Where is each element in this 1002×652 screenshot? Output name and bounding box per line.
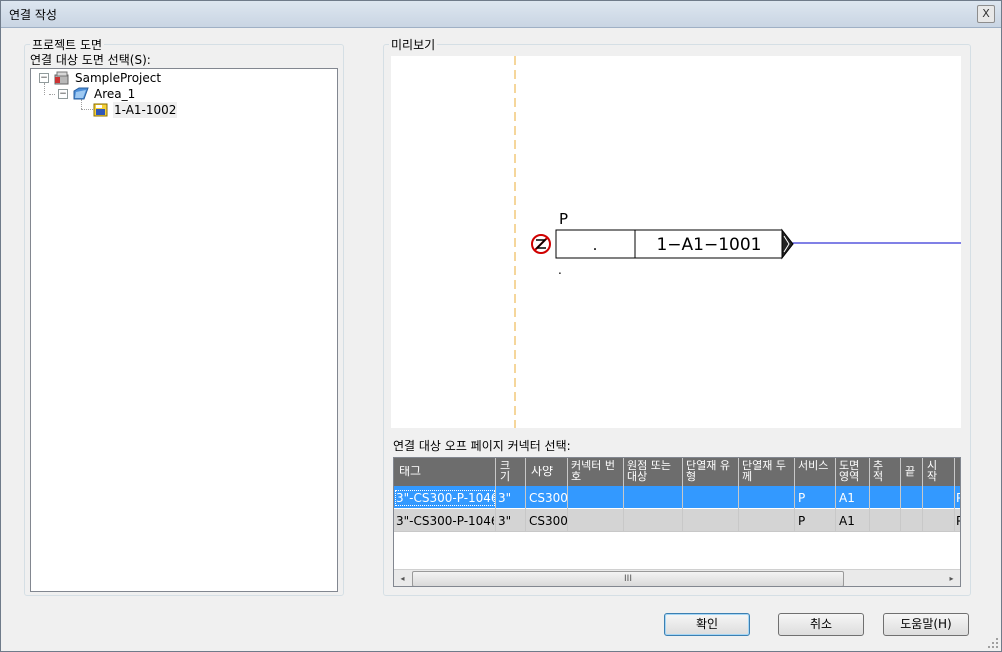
project-icon — [54, 71, 69, 85]
column-divider — [835, 458, 836, 532]
column-divider — [682, 458, 683, 532]
column-header-origin-target[interactable]: 원점 또는 대상 — [627, 460, 681, 482]
tree-item-project[interactable]: − SampleProject — [36, 70, 236, 86]
connector-bottom-label: . — [558, 263, 562, 277]
scroll-left-icon[interactable]: ◂ — [394, 570, 411, 586]
cell-tag: 3"-CS300-P-1046 — [395, 490, 495, 506]
column-header-connector-number[interactable]: 커넥터 번호 — [571, 460, 619, 482]
row-divider — [394, 531, 960, 532]
tree-item-drawing[interactable]: 1-A1-1002 — [93, 102, 293, 118]
column-divider — [869, 458, 870, 532]
tree-connector-line — [81, 109, 93, 110]
column-divider — [922, 458, 923, 532]
tree-item-label: SampleProject — [75, 71, 162, 85]
cell-size: 3" — [498, 514, 512, 528]
column-header-end[interactable]: 끝 — [905, 466, 915, 477]
connector-left-value: . — [593, 236, 598, 254]
close-button[interactable]: X — [977, 5, 995, 23]
preview-label: 미리보기 — [389, 36, 438, 53]
cell-drawing-area: A1 — [839, 514, 855, 528]
column-divider — [738, 458, 739, 532]
column-divider — [495, 458, 496, 532]
column-divider — [900, 458, 901, 532]
cancel-button[interactable]: 취소 — [778, 613, 864, 636]
collapse-toggle-icon[interactable]: − — [39, 73, 49, 83]
column-header-start[interactable]: 시작 — [927, 460, 943, 482]
cell-service: P — [798, 491, 806, 505]
connector-drawing-ref: 1−A1−1001 — [656, 235, 761, 255]
connector-top-label: P — [559, 210, 568, 228]
column-header-trace[interactable]: 추적 — [873, 460, 889, 482]
scroll-thumb[interactable]: III — [412, 571, 844, 586]
column-header-insulation-type[interactable]: 단열재 유형 — [686, 460, 730, 482]
no-entry-icon — [531, 234, 551, 254]
scroll-right-icon[interactable]: ▸ — [943, 570, 960, 586]
row-divider — [394, 508, 960, 509]
tree-item-label: 1-A1-1002 — [113, 102, 178, 118]
ok-button[interactable]: 확인 — [664, 613, 750, 636]
collapse-toggle-icon[interactable]: − — [58, 89, 68, 99]
column-divider — [954, 458, 955, 532]
connector-preview-drawing: P . 1−A1−1001 . — [514, 56, 961, 428]
preview-canvas: P . 1−A1−1001 . — [391, 56, 961, 428]
cell-spec: CS300 — [529, 491, 568, 505]
title-bar: 연결 작성 X — [1, 1, 1001, 28]
column-header-drawing-area[interactable]: 도면 영역 — [839, 460, 867, 482]
cell-drawing-area: A1 — [839, 491, 855, 505]
connect-dialog: 연결 작성 X 프로젝트 도면 연결 대상 도면 선택(S): − Sample… — [0, 0, 1002, 652]
cell-spec: CS300 — [529, 514, 568, 528]
select-drawing-label: 연결 대상 도면 선택(S): — [30, 51, 151, 68]
column-header-spec[interactable]: 사양 — [531, 466, 553, 477]
horizontal-scrollbar[interactable]: ◂ III ▸ — [394, 569, 960, 586]
folder-icon — [73, 87, 89, 100]
column-header-size[interactable]: 크기 — [500, 460, 516, 482]
cell-overflow: P — [956, 491, 960, 505]
tree-item-area[interactable]: − Area_1 — [55, 86, 255, 102]
window-title: 연결 작성 — [9, 8, 57, 22]
drawing-tree[interactable]: − SampleProject − Area_1 1-A1-1002 — [30, 68, 338, 592]
help-button[interactable]: 도움말(H) — [883, 613, 969, 636]
cell-overflow: P — [956, 514, 960, 528]
column-header-insulation-thickness[interactable]: 단열재 두께 — [742, 460, 786, 482]
tree-item-label: Area_1 — [94, 87, 136, 101]
column-divider — [794, 458, 795, 532]
column-header-service[interactable]: 서비스 — [798, 460, 830, 471]
cell-size: 3" — [498, 491, 512, 505]
column-header-tag[interactable]: 태그 — [399, 466, 421, 477]
drawing-icon — [93, 103, 108, 117]
column-divider — [525, 458, 526, 532]
column-divider — [623, 458, 624, 532]
cell-tag: 3"-CS300-P-1046 — [396, 514, 494, 528]
resize-grip-icon[interactable] — [987, 637, 999, 649]
connector-grid[interactable]: 태그 크기 사양 커넥터 번호 원점 또는 대상 단열재 유형 단열재 두께 서… — [393, 457, 961, 587]
select-connector-label: 연결 대상 오프 페이지 커넥터 선택: — [393, 439, 571, 453]
cell-service: P — [798, 514, 806, 528]
connector-arrow-icon — [781, 228, 794, 260]
